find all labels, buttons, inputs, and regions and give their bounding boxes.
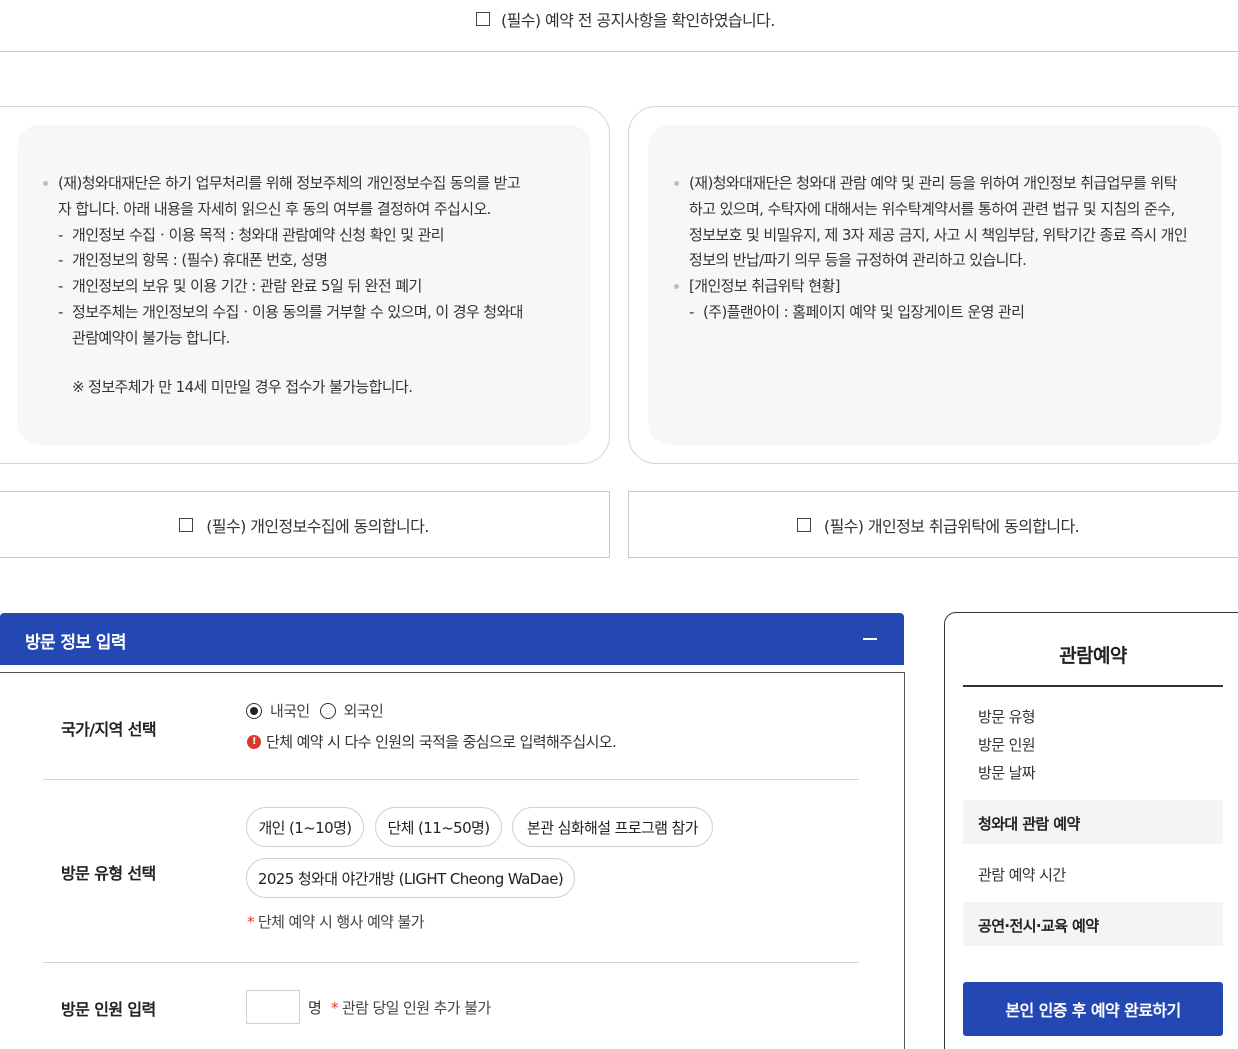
required-star-icon: *	[247, 913, 254, 931]
agree-collection-text: (필수) 개인정보수집에 동의합니다.	[206, 516, 429, 536]
count-note: * 관람 당일 인원 추가 불가	[331, 997, 491, 1018]
collapse-icon[interactable]	[863, 638, 877, 640]
count-label: 방문 인원 입력	[61, 1000, 156, 1019]
notice-checkbox[interactable]	[476, 12, 490, 26]
privacy-collection-item: 정보주체는 개인정보의 수집ㆍ이용 동의를 거부할 수 있으며, 이 경우 청와…	[43, 300, 523, 352]
complete-reservation-button[interactable]: 본인 인증 후 예약 완료하기	[963, 982, 1223, 1036]
country-info-text: 단체 예약 시 다수 인원의 국적을 중심으로 입력해주십시오.	[266, 733, 617, 751]
radio-domestic[interactable]	[246, 702, 262, 719]
privacy-collection-item: 개인정보의 보유 및 이용 기간 : 관람 완료 5일 뒤 완전 폐기	[43, 274, 561, 300]
agree-collection-box[interactable]: (필수) 개인정보수집에 동의합니다.	[0, 491, 610, 558]
radio-foreign-label[interactable]: 외국인	[344, 700, 384, 721]
privacy-collection-terms-body[interactable]: (재)청와대재단은 하기 업무처리를 위해 정보주체의 개인정보수집 동의를 받…	[17, 125, 591, 445]
count-note-text: 관람 당일 인원 추가 불가	[341, 999, 491, 1017]
agree-outsourcing-box[interactable]: (필수) 개인정보 취급위탁에 동의합니다.	[628, 491, 1238, 558]
summary-visit-count: 방문 인원	[978, 736, 1036, 754]
country-info: ! 단체 예약 시 다수 인원의 국적을 중심으로 입력해주십시오.	[247, 731, 617, 752]
radio-domestic-label[interactable]: 내국인	[270, 700, 310, 721]
privacy-outsourcing-terms-body[interactable]: (재)청와대재단은 청와대 관람 예약 및 관리 등을 위하여 개인정보 취급업…	[648, 125, 1221, 445]
summary-events-label: 공연·전시·교육 예약	[978, 917, 1099, 935]
divider	[43, 779, 859, 780]
privacy-collection-intro: (재)청와대재단은 하기 업무처리를 위해 정보주체의 개인정보수집 동의를 받…	[43, 171, 523, 223]
agree-collection-checkbox[interactable]	[179, 517, 194, 532]
privacy-collection-terms: (재)청와대재단은 하기 업무처리를 위해 정보주체의 개인정보수집 동의를 받…	[0, 106, 610, 464]
visit-type-note-text: 단체 예약 시 행사 예약 불가	[257, 913, 425, 931]
privacy-collection-item: 개인정보의 항목 : (필수) 휴대폰 번호, 성명	[43, 248, 561, 274]
type-option-group[interactable]: 단체 (11~50명)	[375, 807, 502, 847]
type-option-individual[interactable]: 개인 (1~10명)	[246, 807, 364, 847]
agree-outsourcing-checkbox[interactable]	[796, 517, 811, 532]
summary-reservation-label: 청와대 관람 예약	[978, 815, 1080, 833]
required-star-icon: *	[331, 999, 338, 1017]
summary-reservation-time: 관람 예약 시간	[978, 866, 1066, 884]
notice-agree-row: (필수) 예약 전 공지사항을 확인하였습니다.	[0, 0, 1238, 52]
privacy-collection-item: 개인정보 수집ㆍ이용 목적 : 청와대 관람예약 신청 확인 및 관리	[43, 223, 561, 249]
summary-visit-type: 방문 유형	[978, 708, 1036, 726]
notice-checkbox-label[interactable]: (필수) 예약 전 공지사항을 확인하였습니다.	[476, 7, 775, 31]
summary-visit-date: 방문 날짜	[978, 764, 1036, 782]
summary-title: 관람예약	[1059, 645, 1127, 667]
summary-divider	[963, 685, 1223, 687]
type-option-deep-tour[interactable]: 본관 심화해설 프로그램 참가	[512, 807, 713, 847]
visit-type-note: * 단체 예약 시 행사 예약 불가	[247, 911, 425, 932]
country-label: 국가/지역 선택	[61, 720, 157, 739]
info-icon: !	[247, 734, 261, 749]
visit-info-header[interactable]: 방문 정보 입력	[0, 613, 904, 665]
privacy-outsourcing-item: (주)플랜아이 : 홈페이지 예약 및 입장게이트 운영 관리	[674, 300, 1191, 326]
count-unit: 명	[308, 999, 322, 1017]
privacy-outsourcing-intro: (재)청와대재단은 청와대 관람 예약 및 관리 등을 위하여 개인정보 취급업…	[674, 171, 1189, 274]
divider	[43, 962, 859, 963]
visit-type-label: 방문 유형 선택	[61, 864, 156, 883]
visitor-count-input[interactable]	[246, 990, 300, 1024]
privacy-outsourcing-status-title: [개인정보 취급위탁 현황]	[674, 274, 1191, 300]
country-radio-group: 내국인 외국인	[246, 700, 393, 721]
agree-outsourcing-text: (필수) 개인정보 취급위탁에 동의합니다.	[823, 516, 1080, 536]
privacy-outsourcing-terms: (재)청와대재단은 청와대 관람 예약 및 관리 등을 위하여 개인정보 취급업…	[628, 106, 1238, 464]
visit-info-title: 방문 정보 입력	[25, 633, 126, 653]
reservation-summary: 관람예약 방문 유형 방문 인원 방문 날짜 청와대 관람 예약 관람 예약 시…	[944, 612, 1238, 1049]
type-option-night-open[interactable]: 2025 청와대 야간개방 (LIGHT Cheong WaDae)	[246, 858, 575, 898]
notice-checkbox-text: (필수) 예약 전 공지사항을 확인하였습니다.	[501, 11, 775, 30]
radio-foreign[interactable]	[319, 702, 336, 719]
privacy-age-note: ※ 정보주체가 만 14세 미만일 경우 접수가 불가능합니다.	[72, 377, 413, 396]
